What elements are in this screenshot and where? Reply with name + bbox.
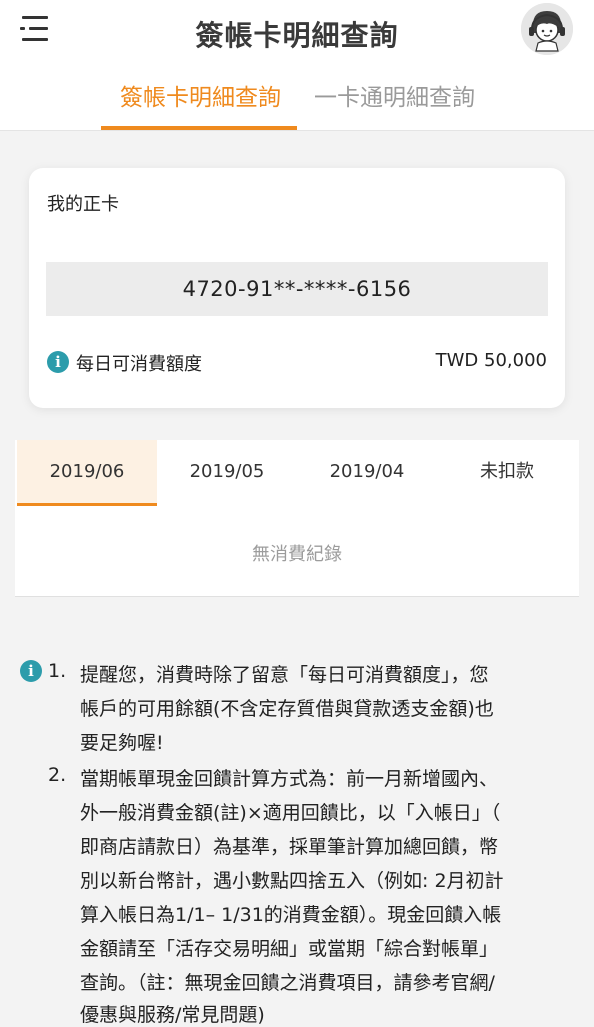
note-2-line: 當期帳單現金回饋計算方式為：前一月新增國內、 [80,768,499,790]
card-type-label: 我的正卡 [47,194,119,215]
month-tab-2019-05[interactable]: 2019/05 [157,440,297,506]
info-icon[interactable]: i [47,351,69,373]
note-2-line: 外一般消費金額(註)×適用回饋比，以「入帳日」（ [80,802,501,824]
note-1-line: 帳戶的可用餘額(不含定存質借與貸款透支金額)也 [80,698,494,720]
card-summary: 我的正卡 4720-91**-****-6156 i 每日可消費額度 TWD 5… [29,168,565,408]
month-tab-2019-06[interactable]: 2019/06 [17,440,157,506]
notes-section: i 1. 提醒您，消費時除了留意「每日可消費額度」，您 帳戶的可用餘額(不含定存… [0,650,594,1026]
note-1-line: 提醒您，消費時除了留意「每日可消費額度」，您 [80,664,489,686]
active-tab-indicator [101,126,297,130]
empty-state-text: 無消費紀錄 [252,544,342,565]
daily-limit-label: 每日可消費額度 [76,354,202,375]
tab-ipass-details[interactable]: 一卡通明細查詢 [314,78,475,112]
notes-info-icon: i [20,660,42,682]
note-2-line: 即商店請款日）為基準，採單筆計算加總回饋，幣 [80,836,499,858]
customer-service-avatar-icon[interactable] [521,3,573,55]
note-2-line: 金額請至「活存交易明細」或當期「綜合對帳單」 [80,938,499,960]
tab-debit-card-details[interactable]: 簽帳卡明細查詢 [120,78,281,112]
daily-limit-value: TWD 50,000 [435,350,547,371]
note-1-line: 要足夠喔! [80,732,164,754]
note-2-line: 別以新台幣計，遇小數點四捨五入（例如: 2月初計 [80,870,504,892]
note-2-line: 查詢。（註：無現金回饋之消費項目，請參考官網/ [80,972,495,994]
daily-limit-row: i 每日可消費額度 TWD 50,000 [47,350,547,376]
note-2-line: 算入帳日為1/1– 1/31的消費金額）。現金回饋入帳 [80,904,502,926]
note-2-line: 優惠與服務/常見問題) [80,1004,265,1026]
page-title: 簽帳卡明細查詢 [195,19,399,52]
month-tab-unsettled[interactable]: 未扣款 [437,440,577,506]
top-bar: 簽帳卡明細查詢 簽帳卡明細查詢 一卡通明細查詢 [0,0,594,131]
month-tabs-panel: 2019/06 2019/05 2019/04 未扣款 無消費紀錄 [15,440,579,597]
note-number-1: 1. [48,660,67,682]
note-number-2: 2. [48,764,67,786]
month-tab-2019-04[interactable]: 2019/04 [297,440,437,506]
card-number: 4720-91**-****-6156 [46,262,548,316]
